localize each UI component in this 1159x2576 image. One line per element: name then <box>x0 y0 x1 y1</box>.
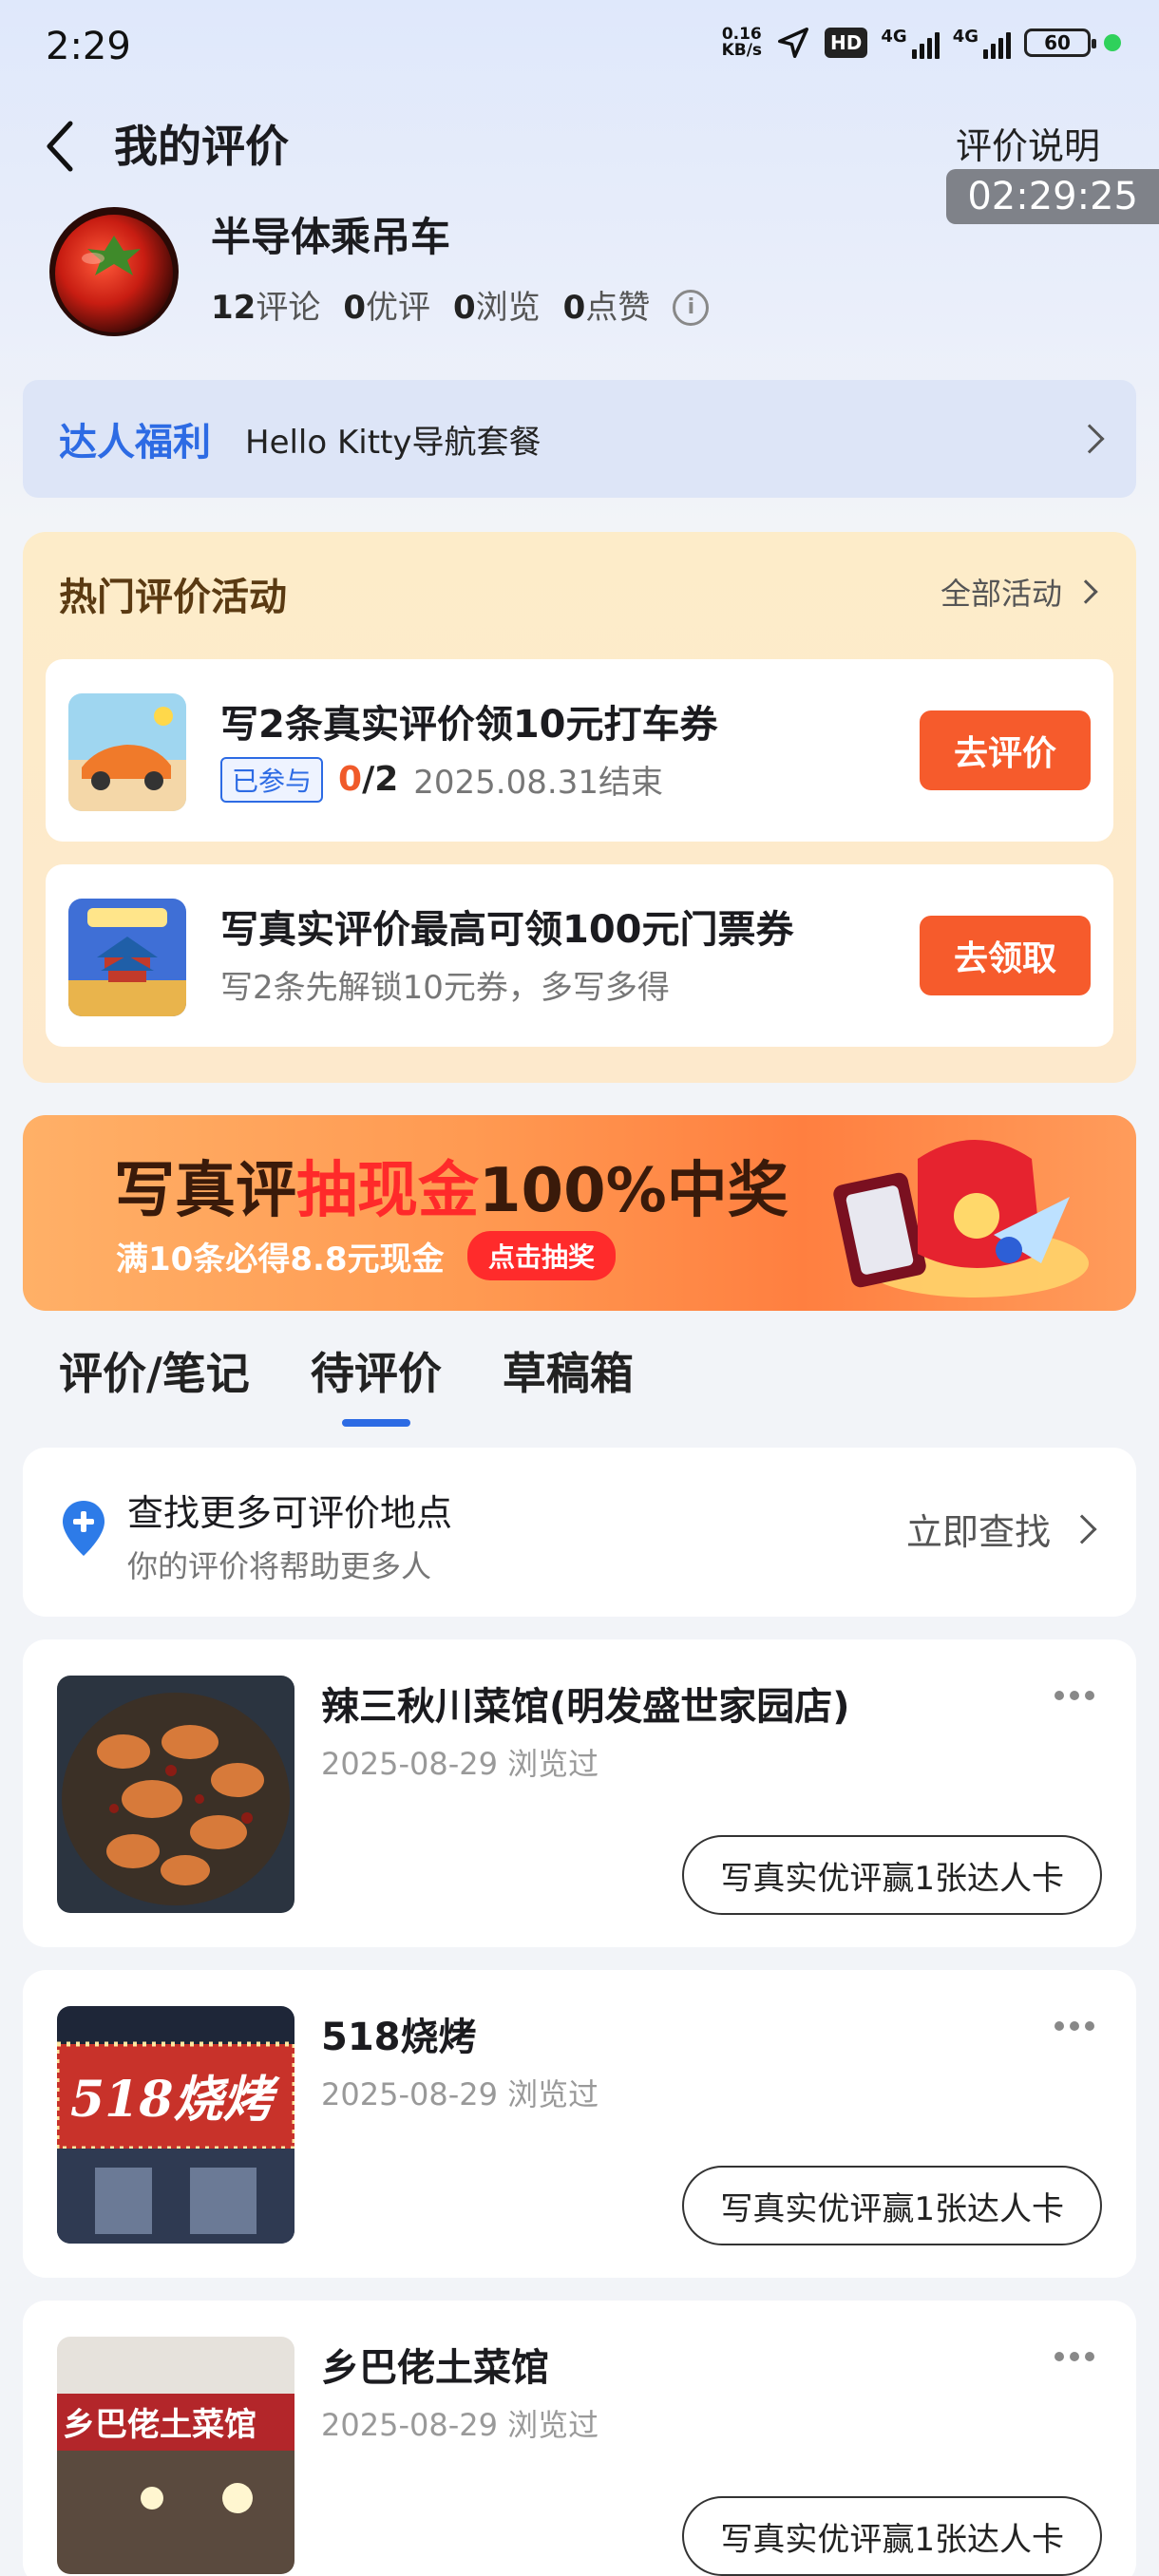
hd-voice-icon: HD <box>825 28 868 58</box>
cash-lottery-banner[interactable]: 写真评抽现金100%中奖 满10条必得8.8元现金 点击抽奖 <box>23 1115 1136 1311</box>
avatar[interactable] <box>49 207 179 336</box>
chevron-right-icon <box>1074 424 1105 454</box>
write-review-button[interactable]: 写真实优评赢1张达人卡 <box>682 2496 1102 2576</box>
find-more-places-card[interactable]: 查找更多可评价地点 你的评价将帮助更多人 立即查找 <box>23 1448 1136 1617</box>
activity-thumbnail <box>68 693 186 811</box>
signal-icon-sim1: 4G <box>881 27 940 59</box>
review-tabs: 评价/笔记 待评价 草稿箱 <box>59 1339 634 1427</box>
tab-drafts[interactable]: 草稿箱 <box>503 1339 634 1427</box>
expert-benefit-card[interactable]: 达人福利 Hello Kitty导航套餐 <box>23 380 1136 498</box>
pending-place-card[interactable]: 乡巴佬土菜馆 乡巴佬土菜馆 2025-08-29 浏览过 写真实优评赢1张达人卡 <box>23 2301 1136 2576</box>
privacy-indicator-dot <box>1104 34 1121 51</box>
activity-thumbnail <box>68 899 186 1016</box>
place-name: 辣三秋川菜馆(明发盛世家园店) <box>321 1685 850 1729</box>
tab-pending-review[interactable]: 待评价 <box>311 1339 442 1427</box>
status-icons: 0.16 KB/s HD 4G 4G 60 <box>722 25 1121 61</box>
tomato-avatar-image <box>49 207 179 336</box>
place-name: 518烧烤 <box>321 2016 477 2059</box>
activity-end-date: 2025.08.31结束 <box>413 764 663 802</box>
place-visit-date: 2025-08-29 浏览过 <box>321 1746 599 1782</box>
pending-place-card[interactable]: 518烧烤 518烧烤 2025-08-29 浏览过 写真实优评赢1张达人卡 <box>23 1970 1136 2278</box>
place-photo: 乡巴佬土菜馆 <box>57 2337 294 2574</box>
stat-reviews: 12评论 <box>211 289 321 327</box>
place-photo: 518烧烤 <box>57 2006 294 2244</box>
sim2-network-type: 4G <box>952 27 978 47</box>
find-now-label: 立即查找 <box>905 1511 1051 1553</box>
progress-count: 0/2 <box>338 760 399 799</box>
more-options-icon[interactable] <box>1054 2021 1094 2031</box>
stat-views: 0浏览 <box>453 289 541 327</box>
all-activities-link[interactable]: 全部活动 <box>940 570 1098 614</box>
location-pin-icon <box>63 1501 104 1556</box>
chevron-left-icon <box>47 121 73 172</box>
activity-card[interactable]: 写真实评价最高可领100元门票券 写2条先解锁10元券，多写多得 去领取 <box>46 864 1113 1047</box>
activity-card[interactable]: 写2条真实评价领10元打车券 已参与 0/2 2025.08.31结束 去评价 <box>46 659 1113 842</box>
find-more-title: 查找更多可评价地点 <box>127 1492 453 1534</box>
restaurant-storefront-image: 乡巴佬土菜馆 <box>57 2337 294 2574</box>
activity-progress: 已参与 0/2 2025.08.31结束 <box>220 756 663 803</box>
more-options-icon[interactable] <box>1054 1691 1094 1700</box>
rules-link[interactable]: 评价说明 <box>956 118 1100 175</box>
chevron-right-icon <box>1074 579 1098 604</box>
bbq-storefront-image: 518烧烤 <box>57 2006 294 2244</box>
place-visit-date: 2025-08-29 浏览过 <box>321 2407 599 2443</box>
activity-subtitle: 写2条先解锁10元券，多写多得 <box>220 969 670 1007</box>
benefit-label: 达人福利 <box>59 421 211 464</box>
banner-title: 写真评抽现金100%中奖 <box>114 1156 788 1226</box>
place-name: 乡巴佬土菜馆 <box>321 2346 549 2390</box>
network-speed: 0.16 KB/s <box>722 27 762 59</box>
profile-stats: 12评论 0优评 0浏览 0点赞 i <box>211 285 710 331</box>
battery-icon: 60 <box>1024 28 1096 57</box>
place-visit-date: 2025-08-29 浏览过 <box>321 2076 599 2112</box>
activity-title: 写2条真实评价领10元打车券 <box>220 703 718 747</box>
hot-activities-title: 热门评价活动 <box>59 576 287 619</box>
car-coupon-image <box>68 693 186 811</box>
go-claim-button[interactable]: 去领取 <box>920 916 1091 995</box>
pending-place-card[interactable]: 辣三秋川菜馆(明发盛世家园店) 2025-08-29 浏览过 写真实优评赢1张达… <box>23 1639 1136 1947</box>
status-bar: 2:29 0.16 KB/s HD 4G 4G 60 <box>0 0 1159 95</box>
find-now-link[interactable]: 立即查找 <box>905 1503 1097 1555</box>
write-review-button[interactable]: 写真实优评赢1张达人卡 <box>682 2166 1102 2245</box>
all-activities-label: 全部活动 <box>940 576 1062 612</box>
place-photo <box>57 1676 294 1913</box>
write-review-button[interactable]: 写真实优评赢1张达人卡 <box>682 1835 1102 1915</box>
shrimp-dish-image <box>57 1676 294 1913</box>
red-envelope-illustration <box>833 1140 1089 1297</box>
back-button[interactable] <box>44 116 86 177</box>
go-review-button[interactable]: 去评价 <box>920 710 1091 790</box>
draw-lottery-button[interactable]: 点击抽奖 <box>467 1231 617 1280</box>
username: 半导体乘吊车 <box>211 214 451 260</box>
stat-likes: 0点赞 <box>562 289 651 327</box>
signal-icon-sim2: 4G <box>953 27 1011 59</box>
joined-badge: 已参与 <box>220 756 324 803</box>
info-icon[interactable]: i <box>673 290 710 326</box>
storefront-sign-text: 乡巴佬土菜馆 <box>63 2406 256 2444</box>
hot-activities-section: 热门评价活动 全部活动 写2条真实评价领10元打车券 已参与 0/2 2025.… <box>23 532 1136 1083</box>
tab-reviews-notes[interactable]: 评价/笔记 <box>59 1339 250 1427</box>
more-options-icon[interactable] <box>1054 2352 1094 2361</box>
time-overlay: 02:29:25 <box>946 169 1159 224</box>
find-more-subtitle: 你的评价将帮助更多人 <box>127 1548 432 1584</box>
network-speed-unit: KB/s <box>721 41 763 60</box>
stat-quality-reviews: 0优评 <box>343 289 430 327</box>
status-time: 2:29 <box>46 25 131 68</box>
activity-title: 写真实评价最高可领100元门票券 <box>220 908 794 952</box>
temple-ticket-image <box>68 899 186 1016</box>
page-title: 我的评价 <box>114 121 289 172</box>
location-arrow-icon <box>778 28 809 58</box>
chevron-right-icon <box>1067 1513 1097 1544</box>
banner-subtitle: 满10条必得8.8元现金 <box>116 1241 445 1279</box>
sim1-network-type: 4G <box>881 27 907 47</box>
benefit-description: Hello Kitty导航套餐 <box>245 423 542 462</box>
storefront-sign-text: 518烧烤 <box>70 2071 281 2129</box>
